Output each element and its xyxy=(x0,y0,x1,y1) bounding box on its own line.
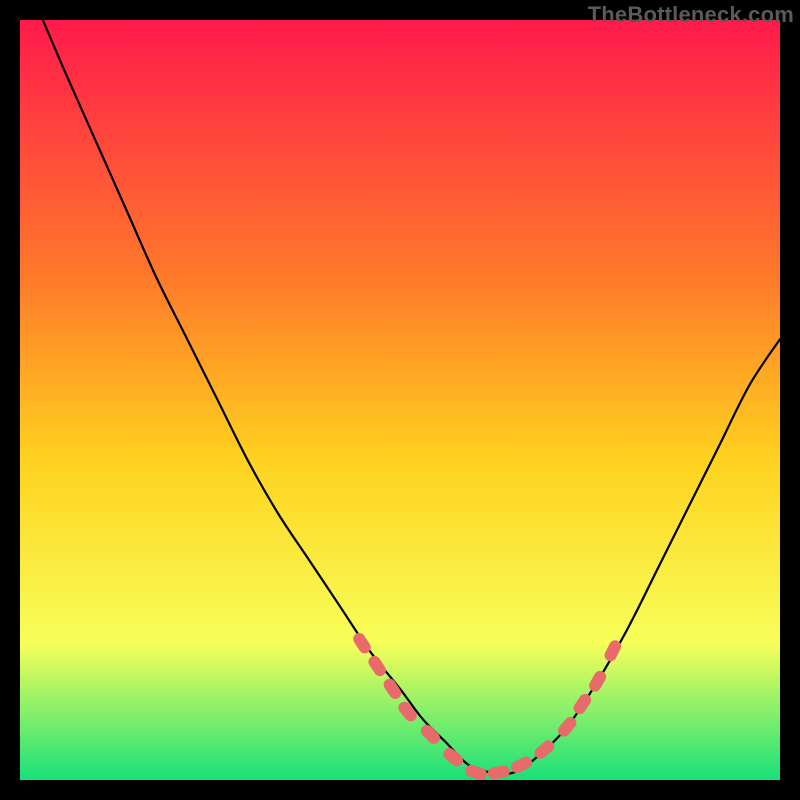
gradient-background xyxy=(20,20,780,780)
bottleneck-chart xyxy=(20,20,780,780)
plot-area xyxy=(20,20,780,780)
chart-frame: TheBottleneck.com xyxy=(0,0,800,800)
watermark-text: TheBottleneck.com xyxy=(588,2,794,28)
